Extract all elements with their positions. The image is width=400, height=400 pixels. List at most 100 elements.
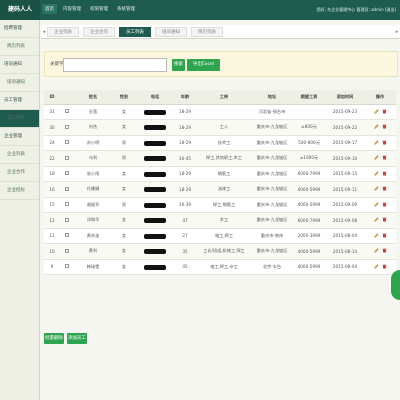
redacted-phone — [144, 249, 166, 254]
row-checkbox[interactable] — [65, 140, 69, 145]
cell-date: 2015-09-11 — [326, 181, 364, 198]
edit-icon[interactable] — [373, 186, 379, 191]
table-row: 10 黄利女 35 工长/班组,机械工,焊工 重庆市-九龙坡区 4000-5999 2015… — [44, 243, 396, 260]
cell-gender: 女 — [112, 104, 136, 120]
row-checkbox[interactable] — [65, 217, 69, 222]
cell-age: 47 — [174, 212, 196, 229]
top-nav-item[interactable]: 权限管理 — [87, 4, 111, 14]
row-checkbox[interactable] — [65, 186, 69, 191]
search-button[interactable]: 搜索 — [172, 59, 185, 71]
redacted-phone — [144, 171, 166, 177]
row-checkbox[interactable] — [65, 202, 69, 207]
cell-id: 31 — [44, 104, 60, 120]
row-checkbox[interactable] — [65, 109, 69, 114]
table-row: 24 苏小明男 18-29 技术工 重庆市-九龙坡区 500-800元 2015-09-17 — [44, 135, 396, 151]
cell-age: 35 — [174, 243, 196, 260]
delete-icon[interactable] — [382, 140, 387, 145]
top-nav-item[interactable]: 内容管理 — [60, 4, 84, 14]
tab-item[interactable]: 企业列表 — [47, 26, 79, 37]
edit-icon[interactable] — [373, 264, 379, 269]
delete-icon[interactable] — [382, 217, 387, 222]
table-row: 30 刘杰女 18-29 工人 重庆市-九龙坡区 ≥800元 2015-09-22 — [44, 119, 396, 136]
edit-icon[interactable] — [373, 140, 379, 145]
cell-select — [60, 104, 74, 120]
cell-gender: 男 — [112, 197, 136, 213]
delete-icon[interactable] — [382, 155, 387, 160]
floating-helper-tab[interactable] — [391, 270, 400, 300]
sidebar-item[interactable]: 企业合作 — [0, 164, 39, 182]
cell-select — [60, 228, 74, 244]
cell-salary: 6000-7999 — [292, 212, 326, 229]
top-nav-item[interactable]: 首页 — [42, 4, 57, 14]
cell-date: 2015-09-22 — [326, 119, 364, 136]
cell-gender: 女 — [112, 243, 136, 260]
cell-phone — [136, 197, 174, 213]
cell-gender: 女 — [112, 166, 136, 182]
delete-icon[interactable] — [382, 171, 387, 176]
column-header: 电话 — [136, 90, 174, 105]
cell-name: 张小雨 — [74, 166, 112, 182]
tab-item[interactable]: 培训通知 — [155, 26, 187, 37]
row-actions — [373, 264, 387, 269]
cell-id: 11 — [44, 228, 60, 244]
cell-phone — [136, 119, 174, 136]
sidebar-item[interactable]: 企业列表 — [0, 146, 39, 164]
edit-icon[interactable] — [373, 202, 379, 207]
sidebar-item[interactable]: 培训通知 — [0, 56, 39, 74]
redacted-phone — [144, 109, 166, 115]
delete-icon[interactable] — [382, 109, 387, 114]
edit-icon[interactable] — [373, 155, 379, 160]
row-checkbox[interactable] — [65, 233, 69, 238]
batch-delete-button[interactable]: 批量删除 — [44, 333, 64, 344]
sidebar-item[interactable]: 简历列表 — [0, 38, 39, 56]
column-header: 年龄 — [174, 90, 196, 105]
cell-actions — [364, 228, 396, 244]
cell-age: 18-29 — [174, 166, 196, 182]
export-excel-button[interactable]: 导出Excel — [187, 59, 220, 71]
tab-item[interactable]: 企业合作 — [83, 26, 115, 37]
row-checkbox[interactable] — [65, 264, 69, 269]
tab-item[interactable]: 简历列表 — [191, 26, 223, 37]
edit-icon[interactable] — [373, 171, 379, 176]
tab-scroll-right-icon[interactable]: ▸ — [394, 29, 400, 35]
row-checkbox[interactable] — [65, 248, 69, 253]
sidebar-item[interactable]: 企业管理 — [0, 128, 39, 146]
delete-icon[interactable] — [382, 124, 387, 129]
cell-id: 16 — [44, 181, 60, 198]
cell-job: 焊工,钢筋工 — [196, 197, 252, 213]
delete-icon[interactable] — [382, 248, 387, 253]
employee-table: ID 姓名 性别 电话 年龄 工种 地址 期望工资 添加时间 操作 31 长宽女 18-29 河北省-邢… — [44, 90, 396, 275]
tab-item[interactable]: 员工列表 — [119, 26, 151, 37]
add-employee-button[interactable]: 添加员工 — [67, 333, 87, 344]
sidebar-item[interactable]: 招聘管理 — [0, 20, 39, 38]
cell-phone — [136, 181, 174, 198]
row-checkbox[interactable] — [65, 171, 69, 176]
sidebar-item[interactable]: 员工列表 — [0, 110, 39, 128]
sidebar-item[interactable]: 培训通知 — [0, 74, 39, 92]
column-header — [60, 90, 74, 105]
edit-icon[interactable] — [373, 124, 379, 129]
row-actions — [373, 186, 387, 191]
cell-address: 重庆市-九龙坡区 — [252, 135, 292, 151]
row-checkbox[interactable] — [65, 124, 69, 129]
edit-icon[interactable] — [373, 217, 379, 222]
sidebar-item[interactable]: 企业招标 — [0, 182, 39, 200]
table-row: 12 邓和华女 47 木工 重庆市-九龙坡区 6000-7999 2015-09-08 — [44, 212, 396, 229]
sidebar-item[interactable]: 员工管理 — [0, 92, 39, 110]
cell-gender: 女 — [112, 259, 136, 275]
search-input[interactable] — [63, 58, 167, 72]
cell-phone — [136, 259, 174, 275]
top-nav: 首页 内容管理 权限管理 系统管理 — [42, 4, 138, 14]
row-checkbox[interactable] — [65, 155, 69, 160]
delete-icon[interactable] — [382, 233, 387, 238]
cell-job: 电工,焊工,杂工 — [196, 259, 252, 275]
cell-name: 长宽 — [74, 104, 112, 120]
edit-icon[interactable] — [373, 233, 379, 238]
edit-icon[interactable] — [373, 248, 379, 253]
top-nav-item[interactable]: 系统管理 — [114, 4, 138, 14]
delete-icon[interactable] — [382, 202, 387, 207]
edit-icon[interactable] — [373, 109, 379, 114]
delete-icon[interactable] — [382, 186, 387, 191]
employee-table-wrapper: ID 姓名 性别 电话 年龄 工种 地址 期望工资 添加时间 操作 31 长宽女 18-29 河北省-邢… — [44, 90, 396, 275]
delete-icon[interactable] — [382, 264, 387, 269]
